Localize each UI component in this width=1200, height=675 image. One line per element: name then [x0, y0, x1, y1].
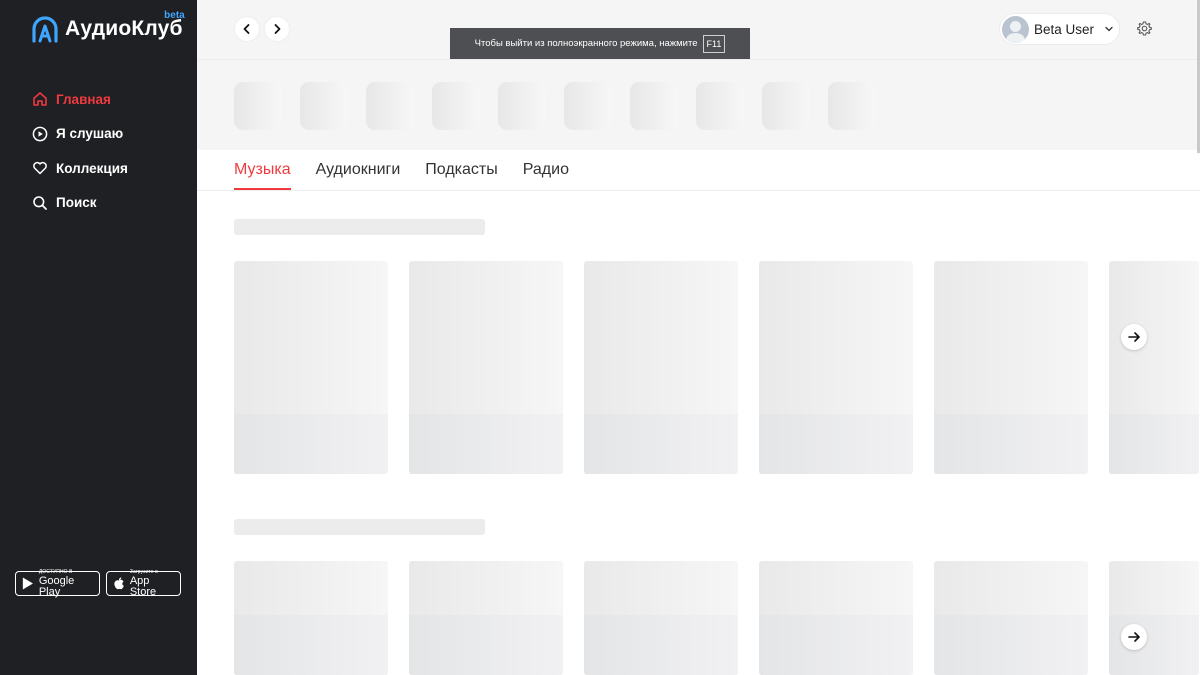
home-icon — [31, 91, 48, 108]
heart-icon — [31, 160, 48, 177]
fullscreen-notice: Чтобы выйти из полноэкранного режима, на… — [450, 28, 750, 59]
tab-music[interactable]: Музыка — [234, 150, 291, 190]
skeleton-pill — [300, 82, 348, 130]
card-row-skeleton — [234, 561, 1199, 675]
fullscreen-notice-text: Чтобы выйти из полноэкранного режима, на… — [474, 38, 698, 49]
nav-item-label: Главная — [56, 91, 111, 107]
gear-icon[interactable] — [1136, 20, 1153, 37]
fullscreen-key: F11 — [702, 34, 726, 53]
main-nav: Главная Я слушаю Коллекция Поиск — [31, 82, 191, 220]
skeleton-card — [584, 561, 738, 675]
forward-button[interactable] — [265, 17, 289, 41]
nav-item-home[interactable]: Главная — [31, 82, 191, 117]
google-play-label: Google Play — [38, 574, 75, 598]
carousel-next-button[interactable] — [1121, 324, 1147, 350]
google-play-icon — [22, 577, 33, 590]
card-row-skeleton — [234, 261, 1199, 474]
skeleton-card — [759, 261, 913, 474]
arrow-right-icon — [1128, 632, 1140, 642]
app-store-label: App Store — [129, 574, 157, 598]
nav-item-collection[interactable]: Коллекция — [31, 151, 191, 186]
skeleton-pill — [498, 82, 546, 130]
tabs-divider — [197, 190, 1200, 191]
category-pills-skeleton — [234, 82, 876, 130]
sidebar: АудиоКлуб beta Главная Я слушаю Коллекци… — [0, 0, 197, 675]
nav-item-label: Коллекция — [56, 160, 128, 176]
app-logo[interactable]: АудиоКлуб beta — [31, 10, 185, 46]
google-play-caption: ДОСТУПНО В — [38, 568, 73, 575]
app-store-caption: Загрузите в — [129, 568, 158, 575]
carousel-next-button[interactable] — [1121, 624, 1147, 650]
skeleton-pill — [564, 82, 612, 130]
tab-audiobooks[interactable]: Аудиокниги — [316, 150, 401, 190]
back-button[interactable] — [235, 17, 259, 41]
nav-item-label: Поиск — [56, 195, 97, 211]
search-icon — [31, 194, 48, 211]
chevron-right-icon — [274, 24, 281, 34]
skeleton-card — [934, 561, 1088, 675]
tab-radio[interactable]: Радио — [523, 150, 569, 190]
skeleton-pill — [762, 82, 810, 130]
skeleton-pill — [366, 82, 414, 130]
nav-item-search[interactable]: Поиск — [31, 186, 191, 221]
apple-icon — [114, 577, 124, 590]
skeleton-card — [409, 261, 563, 474]
skeleton-card — [934, 261, 1088, 474]
arrow-right-icon — [1128, 332, 1140, 342]
google-play-button[interactable]: ДОСТУПНО В Google Play — [15, 568, 100, 598]
app-store-button[interactable]: Загрузите в App Store — [106, 568, 181, 598]
logo-mark-icon — [32, 16, 58, 43]
avatar — [1002, 15, 1029, 43]
skeleton-card — [1109, 261, 1199, 474]
section-title-skeleton — [234, 519, 485, 535]
nav-item-label: Я слушаю — [56, 126, 124, 142]
skeleton-pill — [630, 82, 678, 130]
skeleton-card — [234, 261, 388, 474]
skeleton-card — [234, 561, 388, 675]
tab-podcasts[interactable]: Подкасты — [425, 150, 497, 190]
user-menu[interactable]: Beta User — [999, 13, 1120, 45]
skeleton-card — [584, 261, 738, 474]
chevron-down-icon — [1105, 26, 1113, 32]
skeleton-pill — [234, 82, 282, 130]
beta-badge: beta — [164, 10, 185, 21]
content-tabs: Музыка Аудиокниги Подкасты Радио — [234, 150, 569, 190]
header-divider — [197, 59, 1200, 60]
skeleton-pill — [828, 82, 876, 130]
play-circle-icon — [31, 125, 48, 142]
nav-item-listening[interactable]: Я слушаю — [31, 117, 191, 152]
user-name: Beta User — [1034, 21, 1095, 37]
skeleton-card — [759, 561, 913, 675]
skeleton-pill — [432, 82, 480, 130]
skeleton-pill — [696, 82, 744, 130]
section-title-skeleton — [234, 219, 485, 235]
skeleton-card — [1109, 561, 1199, 675]
store-badges: ДОСТУПНО В Google Play Загрузите в App S… — [15, 568, 181, 598]
skeleton-card — [409, 561, 563, 675]
chevron-left-icon — [243, 24, 250, 34]
